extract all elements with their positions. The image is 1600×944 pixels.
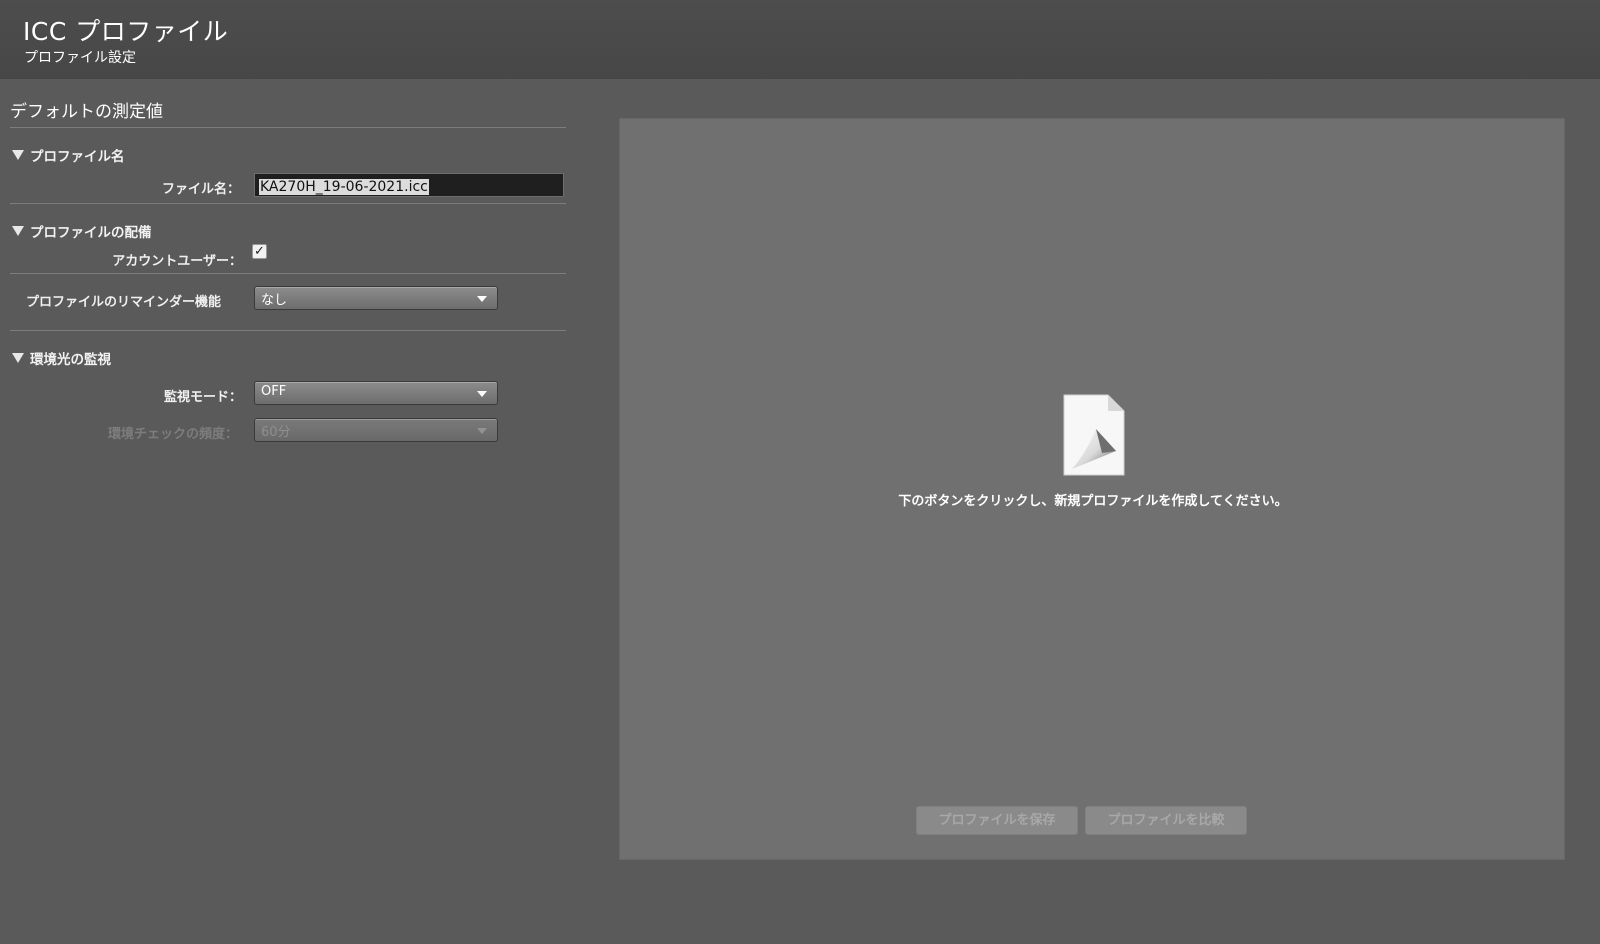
account-user-checkbox[interactable]: ✓ (252, 244, 267, 259)
check-frequency-select: 60分 (254, 418, 498, 442)
checkmark-icon: ✓ (254, 244, 265, 259)
check-frequency-label: 環境チェックの頻度： (107, 427, 238, 442)
chevron-down-icon (477, 428, 487, 434)
settings-panel: デフォルトの測定値 プロファイル名 ファイル名： KA270H_19-06-20… (0, 79, 580, 944)
reminder-value: なし (261, 293, 288, 308)
monitor-mode-value: OFF (261, 384, 287, 399)
section-title: デフォルトの測定値 (10, 102, 163, 122)
disclosure-triangle-icon[interactable] (12, 150, 24, 160)
reminder-select[interactable]: なし (254, 286, 498, 310)
monitor-mode-label: 監視モード： (163, 390, 242, 405)
divider (10, 127, 566, 128)
canvas-message: 下のボタンをクリックし、新規プロファイルを作成してください。 (898, 494, 1288, 509)
file-name-input[interactable]: KA270H_19-06-2021.icc (254, 173, 564, 197)
app-header: ICC プロファイル プロファイル設定 (0, 0, 1600, 79)
chevron-down-icon (477, 296, 487, 302)
divider (10, 273, 566, 274)
disclosure-triangle-icon[interactable] (12, 353, 24, 363)
divider (10, 203, 566, 204)
check-frequency-value: 60分 (261, 425, 291, 440)
reminder-label: プロファイルのリマインダー機能 (26, 295, 222, 310)
group-label: プロファイル名 (30, 149, 125, 165)
profile-canvas: 下のボタンをクリックし、新規プロファイルを作成してください。 プロファイルを保存… (619, 118, 1565, 860)
app-title: ICC プロファイル (23, 17, 229, 46)
group-profile-name[interactable]: プロファイル名 (12, 145, 125, 165)
divider (10, 330, 566, 331)
group-ambient-light[interactable]: 環境光の監視 (12, 348, 111, 368)
document-icon (1063, 394, 1125, 476)
group-profile-distribution[interactable]: プロファイルの配備 (12, 221, 152, 241)
monitor-mode-select[interactable]: OFF (254, 381, 498, 405)
group-label: 環境光の監視 (30, 352, 111, 368)
file-name-label: ファイル名： (161, 182, 240, 197)
chevron-down-icon (477, 391, 487, 397)
app-subtitle: プロファイル設定 (24, 50, 136, 66)
group-label: プロファイルの配備 (30, 225, 152, 241)
save-profile-button[interactable]: プロファイルを保存 (916, 806, 1078, 835)
account-user-label: アカウントユーザー： (112, 254, 242, 269)
file-name-value[interactable]: KA270H_19-06-2021.icc (259, 179, 429, 195)
disclosure-triangle-icon[interactable] (12, 226, 24, 236)
compare-profile-button[interactable]: プロファイルを比較 (1085, 806, 1247, 835)
